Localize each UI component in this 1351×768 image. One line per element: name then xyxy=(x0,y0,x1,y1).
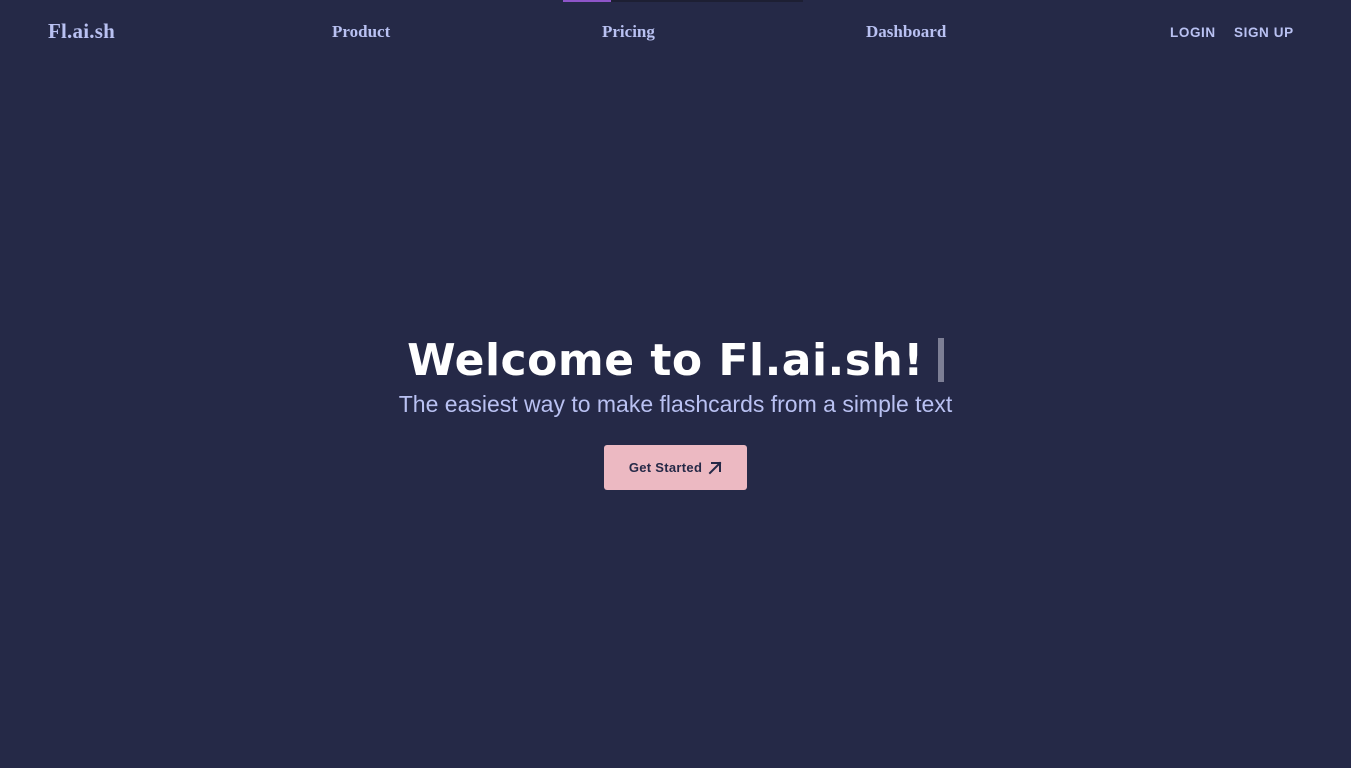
nav-link-dashboard[interactable]: Dashboard xyxy=(866,22,946,42)
signup-link[interactable]: SIGN UP xyxy=(1234,25,1294,40)
hero-title: Welcome to Fl.ai.sh! xyxy=(407,334,924,386)
hero-subtitle: The easiest way to make flashcards from … xyxy=(398,391,953,417)
hero-section: Welcome to Fl.ai.sh! The easiest way to … xyxy=(0,330,1351,490)
login-link[interactable]: LOGIN xyxy=(1170,25,1216,40)
nav-link-pricing[interactable]: Pricing xyxy=(602,22,655,42)
hero-title-row: Welcome to Fl.ai.sh! xyxy=(407,330,944,390)
nav-link-product[interactable]: Product xyxy=(332,22,390,42)
get-started-label: Get Started xyxy=(628,460,703,475)
arrow-up-right-icon xyxy=(708,461,722,474)
typing-caret xyxy=(937,338,944,382)
brand-logo[interactable]: Fl.ai.sh xyxy=(48,19,115,44)
get-started-button[interactable]: Get Started xyxy=(604,445,747,490)
navbar: Fl.ai.sh Product Pricing Dashboard LOGIN… xyxy=(0,0,1351,64)
